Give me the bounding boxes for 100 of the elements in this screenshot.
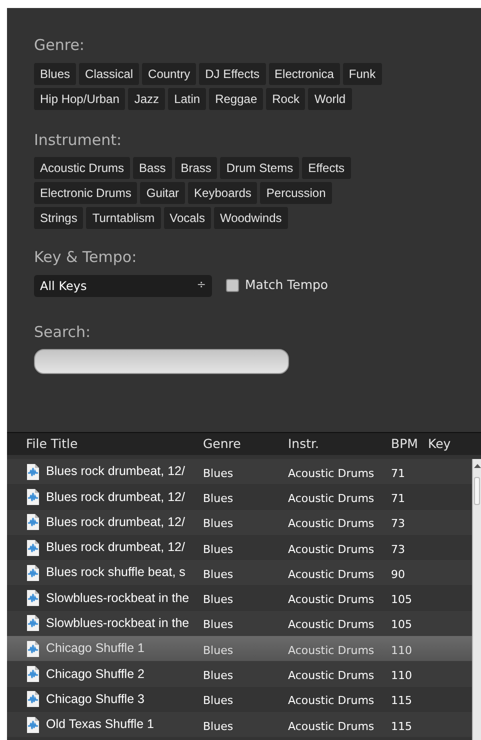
- table-cell: 115: [391, 694, 412, 708]
- table-cell-text: Blues rock shuffle beat, s: [46, 564, 186, 582]
- table-cell: 71: [391, 492, 405, 505]
- table-cell-text: Chicago Shuffle 1: [46, 640, 144, 658]
- match-tempo-checkbox[interactable]: [226, 279, 239, 292]
- table-cell: 105: [391, 593, 412, 606]
- column-header[interactable]: BPM: [391, 436, 418, 451]
- table-cell-text: Blues rock drumbeat, 12/: [46, 514, 185, 531]
- table-cell: Blues: [203, 720, 234, 733]
- table-cell-text: Blues rock drumbeat, 12/: [46, 539, 185, 556]
- tag-button[interactable]: World: [308, 88, 352, 110]
- table-cell: 115: [391, 720, 412, 733]
- section-label: Genre:: [34, 35, 86, 56]
- table-cell: Blues: [203, 517, 234, 530]
- audio-file-icon: [26, 464, 40, 480]
- audio-file-icon: [26, 514, 40, 530]
- table-cell: 90: [391, 568, 405, 581]
- table-cell: Acoustic Drums: [288, 593, 374, 606]
- tag-button[interactable]: Acoustic Drums: [34, 157, 130, 179]
- table-cell: Blues: [203, 568, 234, 581]
- table-cell: Acoustic Drums: [288, 542, 374, 556]
- table-row[interactable]: Chicago Shuffle 2 Blues Acoustic Drums 110: [7, 661, 472, 687]
- tag-button[interactable]: Classical: [79, 62, 140, 84]
- table-cell-text: Chicago Shuffle 3: [46, 690, 144, 708]
- table-row[interactable]: Blues rock drumbeat, 12/ Blues Acoustic Drums 71: [7, 459, 472, 484]
- table-cell: Blues: [203, 466, 234, 480]
- table-cell: Acoustic Drums: [288, 644, 374, 657]
- table-row[interactable]: Blues rock drumbeat, 12/ Blues Acoustic Drums 73: [7, 510, 472, 535]
- scroll-up-arrow-icon[interactable]: [474, 463, 480, 469]
- key-select[interactable]: All Keys ÷: [34, 274, 212, 296]
- tag-button[interactable]: Rock: [266, 88, 306, 110]
- tag-button[interactable]: Brass: [174, 157, 218, 179]
- audio-file-icon: [26, 691, 40, 708]
- scrollbar[interactable]: [472, 459, 481, 740]
- table-cell: 71: [391, 466, 405, 480]
- audio-file-icon: [26, 564, 40, 581]
- column-header[interactable]: Genre: [203, 436, 241, 451]
- table-cell: 110: [391, 644, 412, 657]
- table-row[interactable]: Old Texas Shuffle 1 Blues Acoustic Drums 115: [7, 712, 472, 738]
- table-cell: 73: [391, 542, 405, 556]
- table-cell: Blues: [203, 593, 234, 606]
- audio-file-icon: [26, 590, 40, 606]
- table-cell: Blues: [203, 644, 234, 657]
- table-cell-text: Blues rock drumbeat, 12/: [46, 463, 185, 480]
- table-cell: Acoustic Drums: [288, 694, 374, 708]
- table-cell: Blues: [203, 669, 234, 682]
- table-cell: 73: [391, 517, 405, 530]
- table-cell-text: Slowblues-rockbeat in the: [46, 615, 190, 632]
- table-cell-text: Slowblues-rockbeat in the: [46, 590, 190, 607]
- table-row[interactable]: Slowblues-rockbeat in the Blues Acoustic Drums 105: [7, 610, 472, 636]
- tag-button[interactable]: Latin: [168, 88, 206, 110]
- tag-button[interactable]: Strings: [34, 207, 84, 229]
- tag-button[interactable]: Hip Hop/Urban: [34, 88, 126, 110]
- column-header[interactable]: Instr.: [288, 436, 319, 451]
- tag-button[interactable]: Keyboards: [188, 182, 258, 204]
- tag-button[interactable]: Reggae: [209, 88, 264, 110]
- tag-button[interactable]: Funk: [342, 62, 382, 84]
- table-cell-text: Old Texas Shuffle 1: [46, 716, 154, 734]
- tag-button[interactable]: Effects: [302, 157, 351, 179]
- section-label: Key & Tempo:: [34, 247, 138, 268]
- table-cell: Blues: [203, 618, 234, 632]
- table-cell: Acoustic Drums: [288, 720, 374, 733]
- table-cell: Acoustic Drums: [288, 466, 374, 480]
- table-cell-text: Chicago Shuffle 2: [46, 666, 144, 683]
- checkbox-label: Match Tempo: [245, 276, 328, 294]
- scroll-thumb[interactable]: [474, 477, 480, 505]
- table-cell: Blues: [203, 694, 234, 708]
- tag-button[interactable]: Electronica: [268, 62, 340, 84]
- search-field[interactable]: [34, 349, 289, 374]
- table-cell: Blues: [203, 492, 234, 505]
- table-cell: 110: [391, 669, 412, 682]
- table-cell: Acoustic Drums: [288, 517, 374, 530]
- tag-button[interactable]: DJ Effects: [199, 62, 266, 84]
- tag-button[interactable]: Vocals: [164, 207, 211, 229]
- column-header[interactable]: Key: [428, 436, 451, 451]
- tag-button[interactable]: Drum Stems: [220, 157, 300, 179]
- table-row[interactable]: Blues rock shuffle beat, s Blues Acoustic Drums 90: [7, 560, 472, 586]
- table-cell-text: Blues rock drumbeat, 12/: [46, 488, 185, 506]
- tag-button[interactable]: Jazz: [128, 88, 166, 110]
- section-label: Instrument:: [34, 130, 123, 150]
- tag-button[interactable]: Woodwinds: [214, 207, 288, 229]
- audio-file-icon: [26, 716, 40, 733]
- tag-button[interactable]: Guitar: [140, 182, 186, 204]
- table-cell: Acoustic Drums: [288, 618, 374, 632]
- tag-button[interactable]: Electronic Drums: [34, 182, 138, 204]
- tag-button[interactable]: Bass: [133, 157, 172, 179]
- tag-button[interactable]: Percussion: [260, 182, 332, 204]
- table-cell: Acoustic Drums: [288, 492, 374, 505]
- audio-file-icon: [26, 488, 40, 505]
- column-header[interactable]: File Title: [26, 436, 78, 451]
- table-cell: Acoustic Drums: [288, 669, 374, 682]
- audio-file-icon: [26, 615, 40, 632]
- tag-button[interactable]: Turntablism: [86, 207, 161, 229]
- section-label: Search:: [34, 322, 92, 342]
- audio-file-icon: [26, 640, 40, 657]
- table-cell: Blues: [203, 542, 234, 556]
- table-row[interactable]: Chicago Shuffle 1 Blues Acoustic Drums 110: [7, 636, 472, 662]
- tag-button[interactable]: Country: [142, 62, 196, 84]
- tag-button[interactable]: Blues: [34, 62, 76, 84]
- table-cell: 105: [391, 618, 412, 632]
